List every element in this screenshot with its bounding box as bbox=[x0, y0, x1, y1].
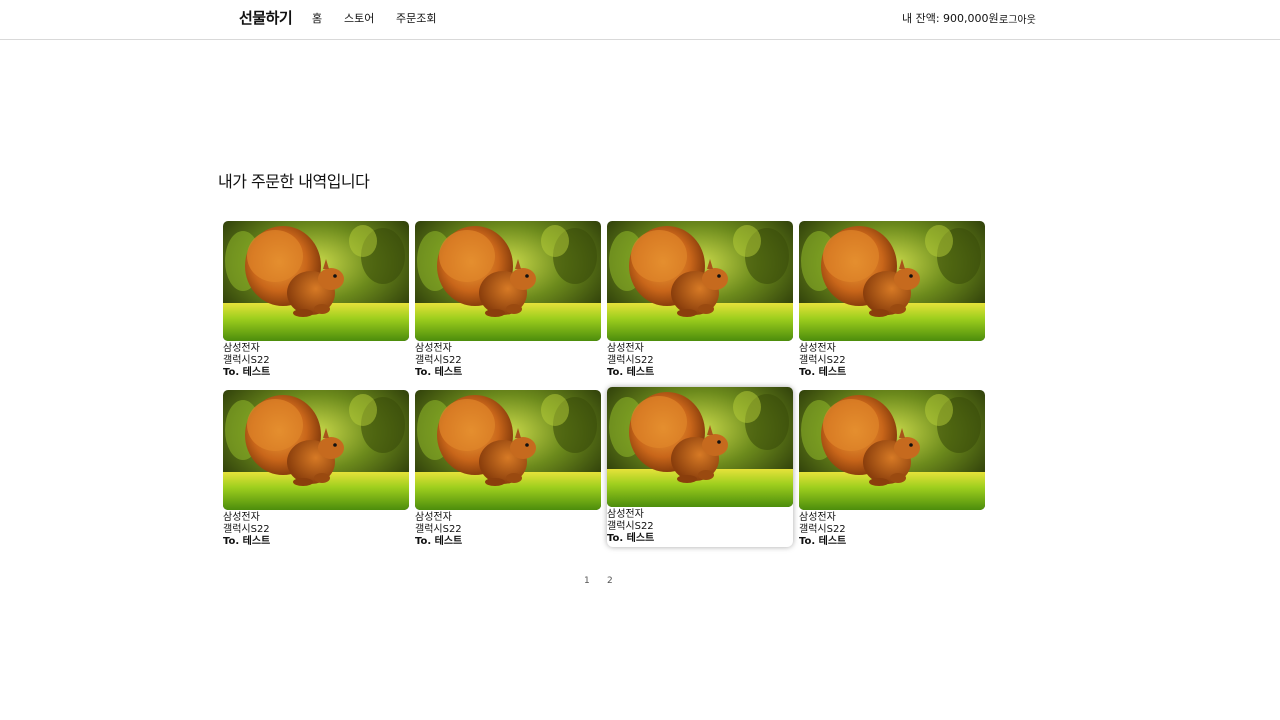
brand-logo-link[interactable]: 선물하기 bbox=[239, 7, 293, 28]
order-card[interactable]: 삼성전자 갤럭시S22 To. 테스트 bbox=[223, 390, 409, 550]
product-image bbox=[799, 390, 985, 510]
card-recipient: To. 테스트 bbox=[799, 536, 847, 547]
card-recipient: To. 테스트 bbox=[415, 367, 463, 378]
card-brand: 삼성전자 bbox=[607, 509, 644, 520]
card-product: 갤럭시S22 bbox=[799, 524, 846, 535]
card-recipient: To. 테스트 bbox=[607, 533, 655, 544]
card-brand: 삼성전자 bbox=[415, 512, 452, 523]
order-card[interactable]: 삼성전자 갤럭시S22 To. 테스트 bbox=[223, 221, 409, 381]
order-card[interactable]: 삼성전자 갤럭시S22 To. 테스트 bbox=[799, 390, 985, 550]
card-recipient: To. 테스트 bbox=[799, 367, 847, 378]
logout-button[interactable]: 로그아웃 bbox=[999, 11, 1036, 26]
card-product: 갤럭시S22 bbox=[415, 355, 462, 366]
nav-store-link[interactable]: 스토어 bbox=[344, 10, 374, 26]
product-image bbox=[223, 221, 409, 341]
card-brand: 삼성전자 bbox=[223, 512, 260, 523]
order-card[interactable]: 삼성전자 갤럭시S22 To. 테스트 bbox=[799, 221, 985, 381]
card-product: 갤럭시S22 bbox=[223, 524, 270, 535]
order-card[interactable]: 삼성전자 갤럭시S22 To. 테스트 bbox=[607, 221, 793, 381]
balance-display: 내 잔액: 900,000원 bbox=[902, 12, 999, 25]
product-image bbox=[415, 221, 601, 341]
card-product: 갤럭시S22 bbox=[607, 521, 654, 532]
card-product: 갤럭시S22 bbox=[415, 524, 462, 535]
card-brand: 삼성전자 bbox=[415, 343, 452, 354]
card-brand: 삼성전자 bbox=[223, 343, 260, 354]
card-brand: 삼성전자 bbox=[607, 343, 644, 354]
page-title: 내가 주문한 내역입니다 bbox=[218, 172, 370, 191]
page-2-link[interactable]: 2 bbox=[607, 576, 613, 586]
card-brand: 삼성전자 bbox=[799, 512, 836, 523]
order-card[interactable]: 삼성전자 갤럭시S22 To. 테스트 bbox=[415, 390, 601, 550]
card-product: 갤럭시S22 bbox=[607, 355, 654, 366]
nav-home-link[interactable]: 홈 bbox=[312, 10, 322, 26]
product-image bbox=[607, 221, 793, 341]
card-recipient: To. 테스트 bbox=[223, 367, 271, 378]
product-image bbox=[799, 221, 985, 341]
card-product: 갤럭시S22 bbox=[799, 355, 846, 366]
product-image bbox=[607, 387, 793, 507]
order-card[interactable]: 삼성전자 갤럭시S22 To. 테스트 bbox=[415, 221, 601, 381]
product-image bbox=[223, 390, 409, 510]
card-recipient: To. 테스트 bbox=[415, 536, 463, 547]
top-navbar: 선물하기 홈 스토어 주문조회 내 잔액: 900,000원 로그아웃 bbox=[0, 0, 1280, 40]
pagination: 1 2 bbox=[0, 576, 1280, 590]
card-recipient: To. 테스트 bbox=[607, 367, 655, 378]
card-recipient: To. 테스트 bbox=[223, 536, 271, 547]
card-brand: 삼성전자 bbox=[799, 343, 836, 354]
page-1-link[interactable]: 1 bbox=[584, 576, 590, 586]
card-product: 갤럭시S22 bbox=[223, 355, 270, 366]
nav-order-lookup-link[interactable]: 주문조회 bbox=[396, 10, 436, 26]
product-image bbox=[415, 390, 601, 510]
order-card-hovered[interactable]: 삼성전자 갤럭시S22 To. 테스트 bbox=[607, 387, 793, 547]
